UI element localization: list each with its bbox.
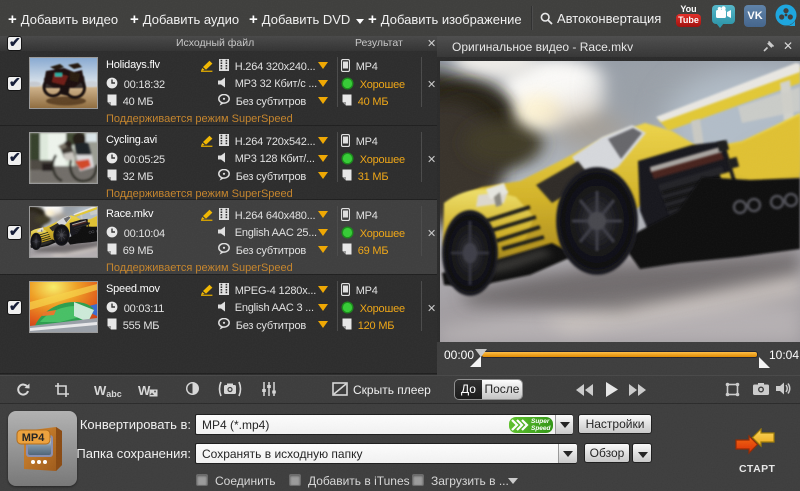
svg-text:MP4: MP4 [22, 432, 46, 444]
